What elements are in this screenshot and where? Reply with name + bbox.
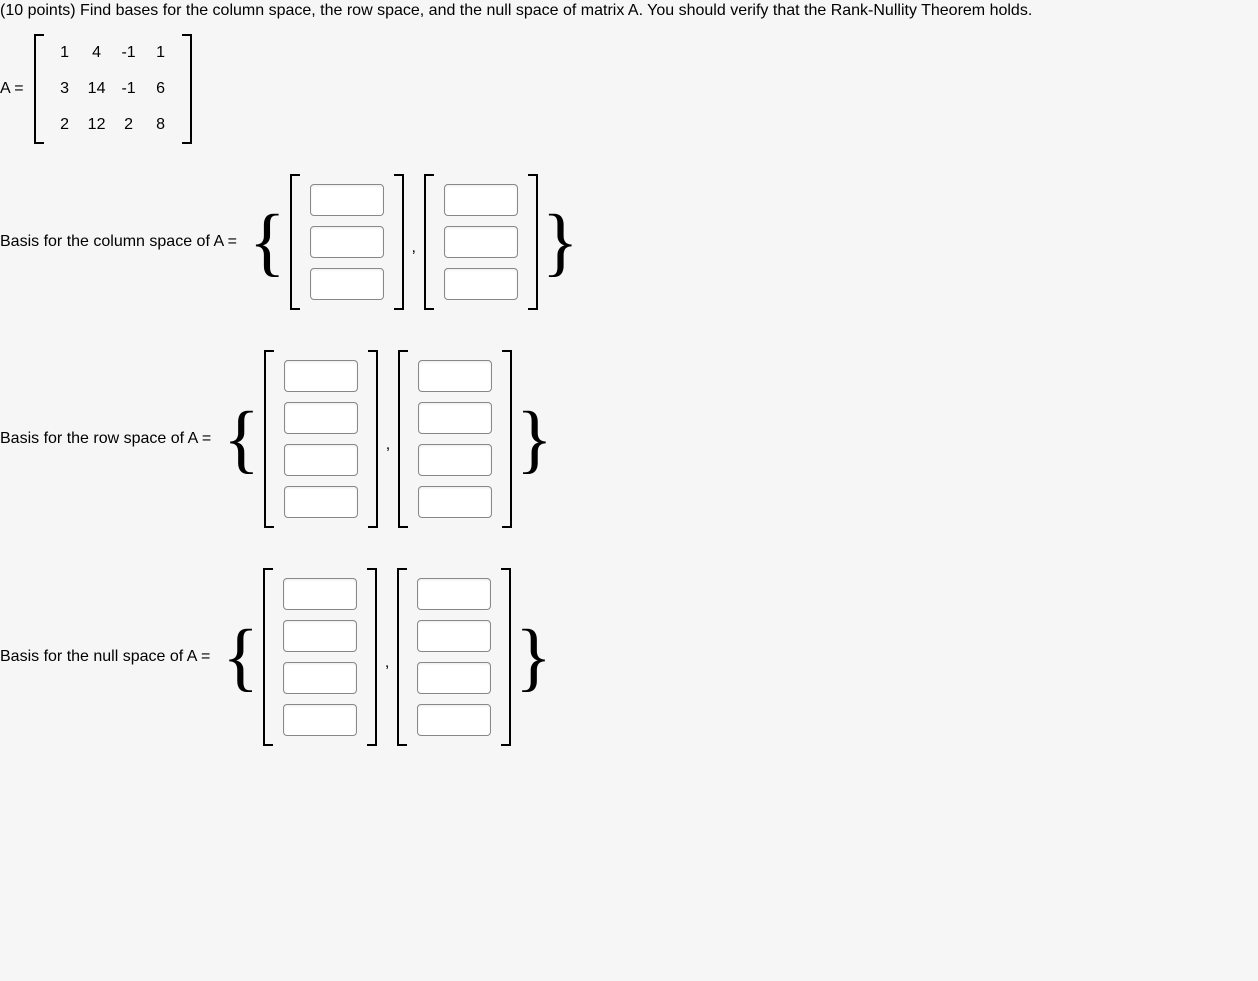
- separator-comma: ,: [404, 239, 424, 257]
- null-v1-c4[interactable]: [283, 704, 357, 736]
- col-v2-c3[interactable]: [444, 268, 518, 300]
- separator-comma: ,: [377, 654, 397, 672]
- separator-comma: ,: [378, 436, 398, 454]
- close-brace-icon: }: [512, 409, 556, 470]
- row-v1-c1[interactable]: [284, 360, 358, 392]
- row-space-label: Basis for the row space of A =: [0, 430, 211, 448]
- row-v1-c4[interactable]: [284, 486, 358, 518]
- col-vector-2: [424, 174, 538, 310]
- matrix-cell: -1: [120, 44, 138, 62]
- open-brace-icon: {: [245, 212, 289, 273]
- col-vector-1: [290, 174, 404, 310]
- matrix-cell: 4: [88, 44, 106, 62]
- col-v2-c2[interactable]: [444, 226, 518, 258]
- null-space-row: Basis for the null space of A = { ,: [0, 568, 1258, 746]
- null-v2-c3[interactable]: [417, 662, 491, 694]
- matrix-cell: 12: [88, 116, 106, 134]
- row-v2-c1[interactable]: [418, 360, 492, 392]
- matrix-cell: 6: [152, 80, 170, 98]
- column-space-row: Basis for the column space of A = { , }: [0, 174, 1258, 310]
- matrix-cell: 3: [56, 80, 74, 98]
- open-brace-icon: {: [218, 627, 262, 688]
- matrix-cell: 1: [56, 44, 74, 62]
- null-space-label: Basis for the null space of A =: [0, 648, 210, 666]
- null-vector-2: [397, 568, 511, 746]
- row-vector-1: [264, 350, 378, 528]
- null-vector-1: [263, 568, 377, 746]
- matrix-cell: 14: [88, 80, 106, 98]
- null-v1-c3[interactable]: [283, 662, 357, 694]
- col-v2-c1[interactable]: [444, 184, 518, 216]
- close-brace-icon: }: [511, 627, 555, 688]
- row-vector-2: [398, 350, 512, 528]
- row-space-row: Basis for the row space of A = { , }: [0, 350, 1258, 528]
- matrix-cell: 8: [152, 116, 170, 134]
- row-v2-c3[interactable]: [418, 444, 492, 476]
- null-v1-c2[interactable]: [283, 620, 357, 652]
- row-v2-c2[interactable]: [418, 402, 492, 434]
- row-v2-c4[interactable]: [418, 486, 492, 518]
- null-v2-c2[interactable]: [417, 620, 491, 652]
- col-v1-c2[interactable]: [310, 226, 384, 258]
- problem-statement: (10 points) Find bases for the column sp…: [0, 0, 1258, 26]
- matrix-cell: 2: [120, 116, 138, 134]
- matrix-a-definition: A = 1 4 -1 1 3 14 -1 6 2 12 2 8: [0, 34, 1258, 144]
- column-space-label: Basis for the column space of A =: [0, 233, 237, 251]
- null-v1-c1[interactable]: [283, 578, 357, 610]
- row-v1-c2[interactable]: [284, 402, 358, 434]
- col-v1-c1[interactable]: [310, 184, 384, 216]
- col-v1-c3[interactable]: [310, 268, 384, 300]
- open-brace-icon: {: [219, 409, 263, 470]
- matrix-cell: 1: [152, 44, 170, 62]
- row-v1-c3[interactable]: [284, 444, 358, 476]
- null-v2-c4[interactable]: [417, 704, 491, 736]
- null-v2-c1[interactable]: [417, 578, 491, 610]
- matrix-cell: 2: [56, 116, 74, 134]
- matrix-cell: -1: [120, 80, 138, 98]
- close-brace-icon: }: [538, 212, 582, 273]
- matrix-a-label: A =: [0, 80, 24, 98]
- matrix-a: 1 4 -1 1 3 14 -1 6 2 12 2 8: [34, 34, 192, 144]
